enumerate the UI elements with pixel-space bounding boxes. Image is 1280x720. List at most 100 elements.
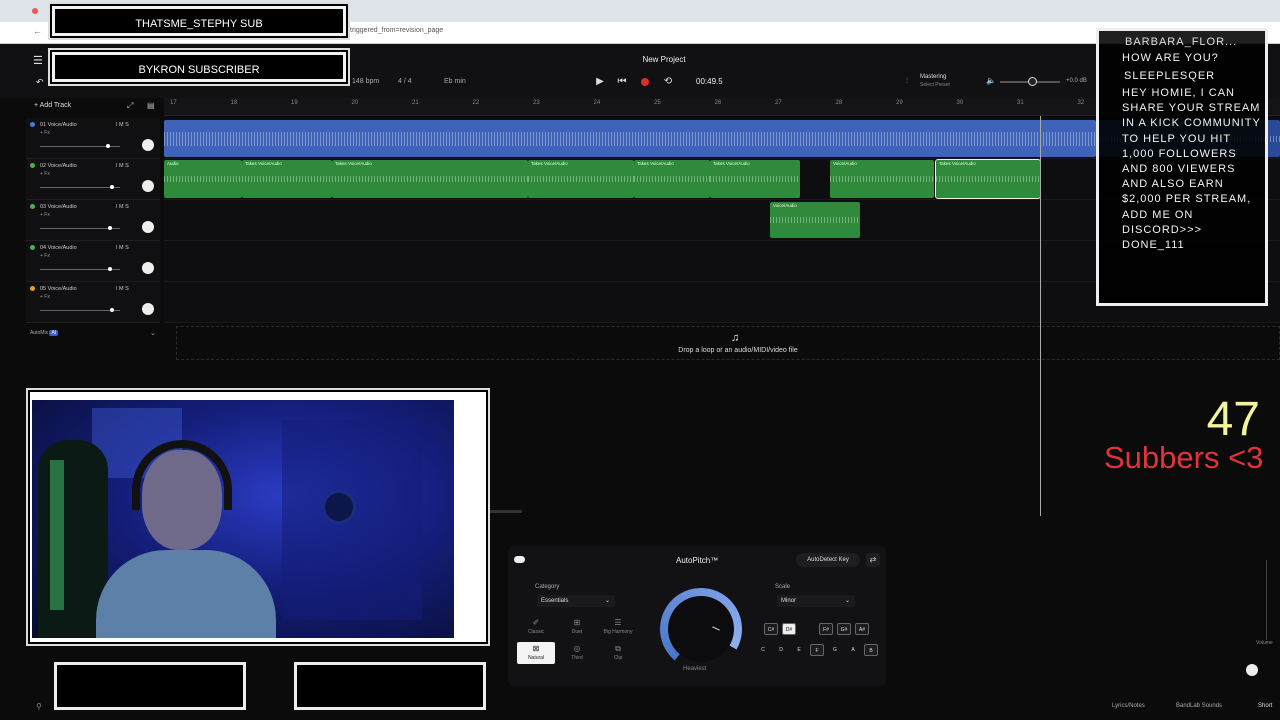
track-name[interactable]: 04 Voice/Audio: [40, 245, 77, 251]
natural-key-button[interactable]: C: [756, 644, 770, 656]
play-button[interactable]: ▶: [592, 74, 608, 90]
autopitch-option[interactable]: ⧉ Clip: [599, 642, 637, 664]
tuner-icon[interactable]: ⚲: [36, 702, 42, 711]
slider-knob[interactable]: [110, 185, 114, 189]
scale-select[interactable]: Minor ⌄: [777, 595, 855, 607]
track-pan-knob[interactable]: [142, 262, 154, 274]
add-track-button[interactable]: + Add Track: [34, 102, 71, 109]
sharp-key-button[interactable]: C#: [764, 623, 778, 635]
pan-knob[interactable]: [1246, 664, 1258, 676]
master-volume-knob[interactable]: [1028, 77, 1037, 86]
add-fx-button[interactable]: + Fx: [40, 212, 50, 218]
autopitch-option[interactable]: ⊠ Natural: [517, 642, 555, 664]
track-name[interactable]: 02 Voice/Audio: [40, 163, 77, 169]
voice-clip[interactable]: Audio: [164, 160, 242, 198]
natural-key-button[interactable]: F: [810, 644, 824, 656]
natural-key-button[interactable]: D: [774, 644, 788, 656]
autopitch-option[interactable]: ☰ Big Harmony: [599, 616, 637, 638]
add-fx-button[interactable]: + Fx: [40, 253, 50, 259]
track-volume-slider[interactable]: [40, 144, 120, 148]
sharp-key-button[interactable]: G#: [837, 623, 851, 635]
sharp-key-button[interactable]: A#: [855, 623, 869, 635]
track-volume-slider[interactable]: [40, 267, 120, 271]
autopitch-option[interactable]: ✐ Classic: [517, 616, 555, 638]
sub-alert-text: THATSME_STEPHY SUB: [135, 18, 263, 30]
autopitch-option[interactable]: ⊞ Duet: [558, 616, 596, 638]
track-name[interactable]: 01 Voice/Audio: [40, 122, 77, 128]
playhead[interactable]: [1040, 116, 1041, 516]
track-header[interactable]: 03 Voice/Audio + Fx I M S: [26, 200, 160, 241]
mastering-icon[interactable]: ⫶: [906, 76, 908, 86]
track-volume-slider[interactable]: [40, 308, 120, 312]
takes-clip[interactable]: Takes Voice/Audio: [634, 160, 710, 198]
track-volume-slider[interactable]: [40, 185, 120, 189]
track-pan-knob[interactable]: [142, 221, 154, 233]
key-display[interactable]: Eb min: [444, 78, 466, 85]
slider-knob[interactable]: [110, 308, 114, 312]
mute-solo-buttons[interactable]: I M S: [116, 122, 129, 128]
add-fx-button[interactable]: + Fx: [40, 130, 50, 136]
sharp-key-button[interactable]: D#: [782, 623, 796, 635]
audio-clip[interactable]: [164, 120, 1096, 157]
back-arrow-icon[interactable]: ←: [33, 26, 42, 36]
loop-button[interactable]: ⟲: [660, 74, 676, 90]
takes-clip[interactable]: Takes Voice/Audio: [528, 160, 634, 198]
slider-knob[interactable]: [106, 144, 110, 148]
record-button[interactable]: [641, 78, 649, 86]
takes-clip-selected[interactable]: Takes Voice/Audio: [935, 159, 1041, 199]
takes-clip[interactable]: Takes Voice/Audio: [242, 160, 332, 198]
menu-icon[interactable]: ☰: [33, 54, 43, 67]
skip-back-button[interactable]: ⏮: [614, 74, 630, 90]
bpm-display[interactable]: 148 bpm: [352, 78, 379, 85]
track-pan-knob[interactable]: [142, 139, 154, 151]
project-title[interactable]: New Project: [600, 55, 728, 64]
time-signature-display[interactable]: 4 / 4: [398, 78, 412, 85]
mute-solo-buttons[interactable]: I M S: [116, 245, 129, 251]
snap-icon[interactable]: ⤢: [127, 101, 133, 111]
track-name[interactable]: 03 Voice/Audio: [40, 204, 77, 210]
drop-zone[interactable]: [176, 326, 1280, 360]
slider-knob[interactable]: [108, 226, 113, 230]
shortcuts-button[interactable]: Short: [1258, 703, 1272, 709]
takes-clip[interactable]: Takes Voice/Audio: [332, 160, 528, 198]
settings-icon[interactable]: ⇄: [866, 553, 880, 567]
track-name[interactable]: 05 Voice/Audio: [40, 286, 77, 292]
autopitch-option[interactable]: ◎ Third: [558, 642, 596, 664]
voice-clip[interactable]: Voice/Audio: [770, 202, 860, 238]
automix-label[interactable]: AutoMix AI: [30, 330, 59, 336]
natural-key-button[interactable]: G: [828, 644, 842, 656]
track-header[interactable]: 04 Voice/Audio + Fx I M S: [26, 241, 160, 282]
add-fx-button[interactable]: + Fx: [40, 294, 50, 300]
chevron-down-icon[interactable]: ⌄: [150, 329, 156, 337]
mute-solo-buttons[interactable]: I M S: [116, 286, 129, 292]
natural-key-button[interactable]: B: [864, 644, 878, 656]
takes-clip[interactable]: Takes Voice/Audio: [710, 160, 800, 198]
undo-icon[interactable]: ↶: [36, 77, 44, 88]
bandlab-sounds-button[interactable]: BandLab Sounds: [1176, 703, 1222, 709]
voice-clip[interactable]: Voice/Audio: [830, 160, 934, 198]
track-menu-icon[interactable]: ▤: [147, 101, 155, 110]
category-select[interactable]: Essentials ⌄: [537, 595, 615, 607]
natural-key-button[interactable]: A: [846, 644, 860, 656]
browser-close-dot-icon[interactable]: [32, 8, 38, 14]
mute-solo-buttons[interactable]: I M S: [116, 163, 129, 169]
lyrics-notes-button[interactable]: Lyrics/Notes: [1112, 703, 1145, 709]
speaker-icon[interactable]: 🔈: [986, 76, 996, 85]
track-header[interactable]: 01 Voice/Audio + Fx I M S: [26, 118, 160, 159]
autopitch-toggle[interactable]: [514, 556, 525, 563]
track-volume-slider[interactable]: [40, 226, 120, 230]
autodetect-key-button[interactable]: AutoDetect Key: [796, 553, 860, 567]
track-header[interactable]: 05 Voice/Audio + Fx I M S: [26, 282, 160, 323]
add-fx-button[interactable]: + Fx: [40, 171, 50, 177]
track-header[interactable]: 02 Voice/Audio + Fx I M S: [26, 159, 160, 200]
slider-knob[interactable]: [108, 267, 113, 271]
horizontal-scrollbar[interactable]: [486, 510, 522, 513]
mute-solo-buttons[interactable]: I M S: [116, 204, 129, 210]
mastering-label[interactable]: Mastering: [920, 74, 946, 80]
track-pan-knob[interactable]: [142, 180, 154, 192]
natural-key-button[interactable]: E: [792, 644, 806, 656]
mastering-preset-select[interactable]: Select Preset: [920, 82, 950, 88]
track-pan-knob[interactable]: [142, 303, 154, 315]
track-volume-fader[interactable]: [1266, 560, 1267, 640]
sharp-key-button[interactable]: F#: [819, 623, 833, 635]
